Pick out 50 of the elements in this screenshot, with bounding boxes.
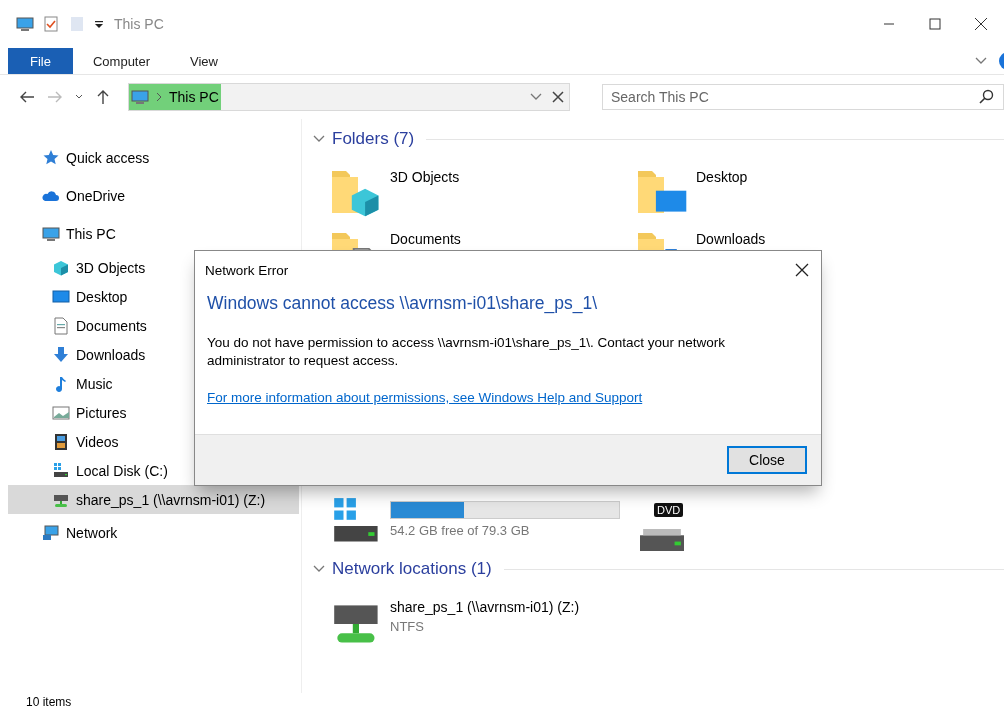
dvd-label: DVD [654, 503, 684, 517]
nav-item[interactable]: Quick access [8, 139, 299, 177]
close-icon[interactable] [795, 263, 809, 277]
ribbon-tab[interactable]: View [170, 48, 238, 74]
group-heading[interactable]: Folders (7) [332, 129, 415, 149]
close-icon[interactable] [974, 17, 988, 31]
computer-icon [16, 15, 34, 33]
properties-icon [42, 15, 60, 33]
cube-icon [52, 258, 70, 277]
folder-name: Desktop [696, 169, 748, 185]
nav-item[interactable]: share_ps_1 (\\avrnsm-i01) (Z:) [8, 485, 299, 514]
pictures-icon [52, 403, 70, 422]
nav-item[interactable]: Local Disk (C:) [8, 456, 299, 485]
download-arrow-icon [52, 345, 70, 364]
group-heading[interactable]: Network locations (1) [332, 559, 492, 579]
film-icon [52, 432, 70, 451]
maximize-icon[interactable] [929, 18, 941, 30]
document-icon [52, 316, 70, 335]
folder-name: Documents [390, 231, 461, 247]
computer-icon [42, 225, 60, 243]
close-dialog-button[interactable]: Close [727, 446, 807, 474]
new-folder-icon [68, 15, 86, 33]
folder-name: 3D Objects [390, 169, 460, 185]
ribbon-tab[interactable]: File [8, 48, 73, 74]
folder-name: Downloads [696, 231, 766, 247]
clear-icon[interactable] [551, 90, 565, 104]
error-message: You do not have permission to access \\avrnsm-i01\share_ps_1\. Contact your network administrator to request access. [207, 334, 727, 370]
dialog-title: Network Error [205, 262, 289, 278]
dvd-drive-icon [640, 529, 684, 551]
nav-item[interactable]: Videos [8, 427, 299, 456]
drive-detail: NTFS [390, 619, 425, 634]
disk-drive-icon [52, 461, 70, 480]
nav-item[interactable]: OneDrive [8, 177, 299, 215]
ribbon-tab[interactable]: Computer [72, 48, 171, 74]
nav-item[interactable]: Network [8, 514, 299, 552]
search-icon [978, 88, 996, 106]
help-icon[interactable] [998, 51, 1004, 71]
nav-item[interactable]: This PC [8, 215, 299, 253]
drive-detail: 54.2 GB free of 79.3 GB [390, 523, 531, 538]
drive-name: share_ps_1 (\\avrnsm-i01) (Z:) [390, 599, 580, 615]
error-heading: Windows cannot access \\avrnsm-i01\share_ps_1\ [207, 293, 599, 314]
network-icon [42, 524, 60, 542]
window-title: This PC [114, 16, 164, 32]
computer-icon [131, 88, 149, 106]
star-icon [42, 149, 60, 167]
address-bar[interactable]: This PC [128, 83, 570, 111]
desktop-icon [52, 287, 70, 306]
search-field[interactable]: Search This PC [602, 84, 1004, 110]
help-link[interactable]: For more information about permissions, see Windows Help and Support [207, 390, 643, 405]
item-count: 10 items [26, 695, 72, 709]
